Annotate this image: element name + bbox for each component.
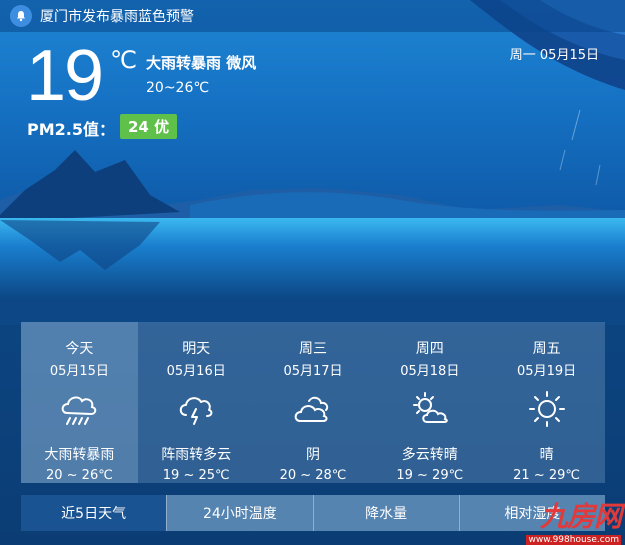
pm25-badge: 24 优 (120, 114, 178, 139)
day-temp-range: 19 ~ 25℃ (162, 468, 230, 483)
bell-icon (10, 5, 32, 27)
day-date: 05月19日 (517, 364, 577, 379)
day-date: 05月15日 (49, 364, 109, 379)
tab-precipitation[interactable]: 降水量 (312, 495, 459, 531)
forecast-day[interactable]: 周三 05月17日 阴 20 ~ 28℃ (255, 322, 372, 483)
day-date: 05月16日 (166, 364, 226, 379)
sunny-icon (525, 385, 569, 432)
alert-text: 厦门市发布暴雨蓝色预警 (40, 9, 194, 25)
tab-24h-temperature[interactable]: 24小时温度 (166, 495, 313, 531)
day-temp-range: 20 ~ 28℃ (279, 468, 347, 483)
forecast-day[interactable]: 周五 05月19日 晴 21 ~ 29℃ (488, 322, 605, 483)
day-name: 周五 (532, 341, 561, 357)
heavy-rain-icon (57, 385, 101, 432)
day-condition: 阴 (305, 447, 320, 463)
forecast-day[interactable]: 明天 05月16日 阵雨转多云 19 ~ 25℃ (138, 322, 255, 483)
thunder-shower-icon (174, 385, 218, 432)
day-name: 周三 (298, 341, 327, 357)
current-temp-range: 20~26℃ (146, 80, 210, 96)
forecast-day[interactable]: 周四 05月18日 多云转晴 19 ~ 29℃ (371, 322, 488, 483)
current-temperature: 19 (26, 36, 104, 116)
day-name: 今天 (65, 341, 94, 357)
day-condition: 多云转晴 (401, 447, 458, 463)
forecast-day[interactable]: 今天 05月15日 大雨转暴雨 20 ~ 26℃ (21, 322, 138, 483)
day-date: 05月18日 (400, 364, 460, 379)
current-date: 周一 05月15日 (509, 48, 599, 63)
day-condition: 晴 (539, 447, 554, 463)
day-temp-range: 21 ~ 29℃ (513, 468, 580, 483)
watermark-logo: 九房网 (539, 500, 622, 533)
day-temp-range: 20 ~ 26℃ (45, 468, 113, 483)
partly-cloudy-icon (408, 385, 452, 432)
watermark-url: www.998house.com (526, 535, 621, 545)
weather-alert-bar[interactable]: 厦门市发布暴雨蓝色预警 (0, 0, 625, 32)
site-watermark: 九房网 www.998house.com (515, 500, 625, 545)
overcast-icon (291, 385, 335, 432)
tab-5day-weather[interactable]: 近5日天气 (21, 495, 167, 531)
current-condition: 大雨转暴雨 微风 (146, 54, 257, 72)
temperature-unit: ℃ (110, 46, 137, 74)
day-temp-range: 19 ~ 29℃ (396, 468, 464, 483)
pm25-label: PM2.5值： (27, 120, 115, 139)
day-date: 05月17日 (283, 364, 343, 379)
day-name: 周四 (415, 341, 444, 357)
day-name: 明天 (182, 341, 211, 357)
five-day-forecast: 今天 05月15日 大雨转暴雨 20 ~ 26℃ 明天 05月16日 阵雨转多云… (21, 322, 605, 483)
day-condition: 阵雨转多云 (161, 447, 232, 463)
day-condition: 大雨转暴雨 (44, 447, 115, 463)
